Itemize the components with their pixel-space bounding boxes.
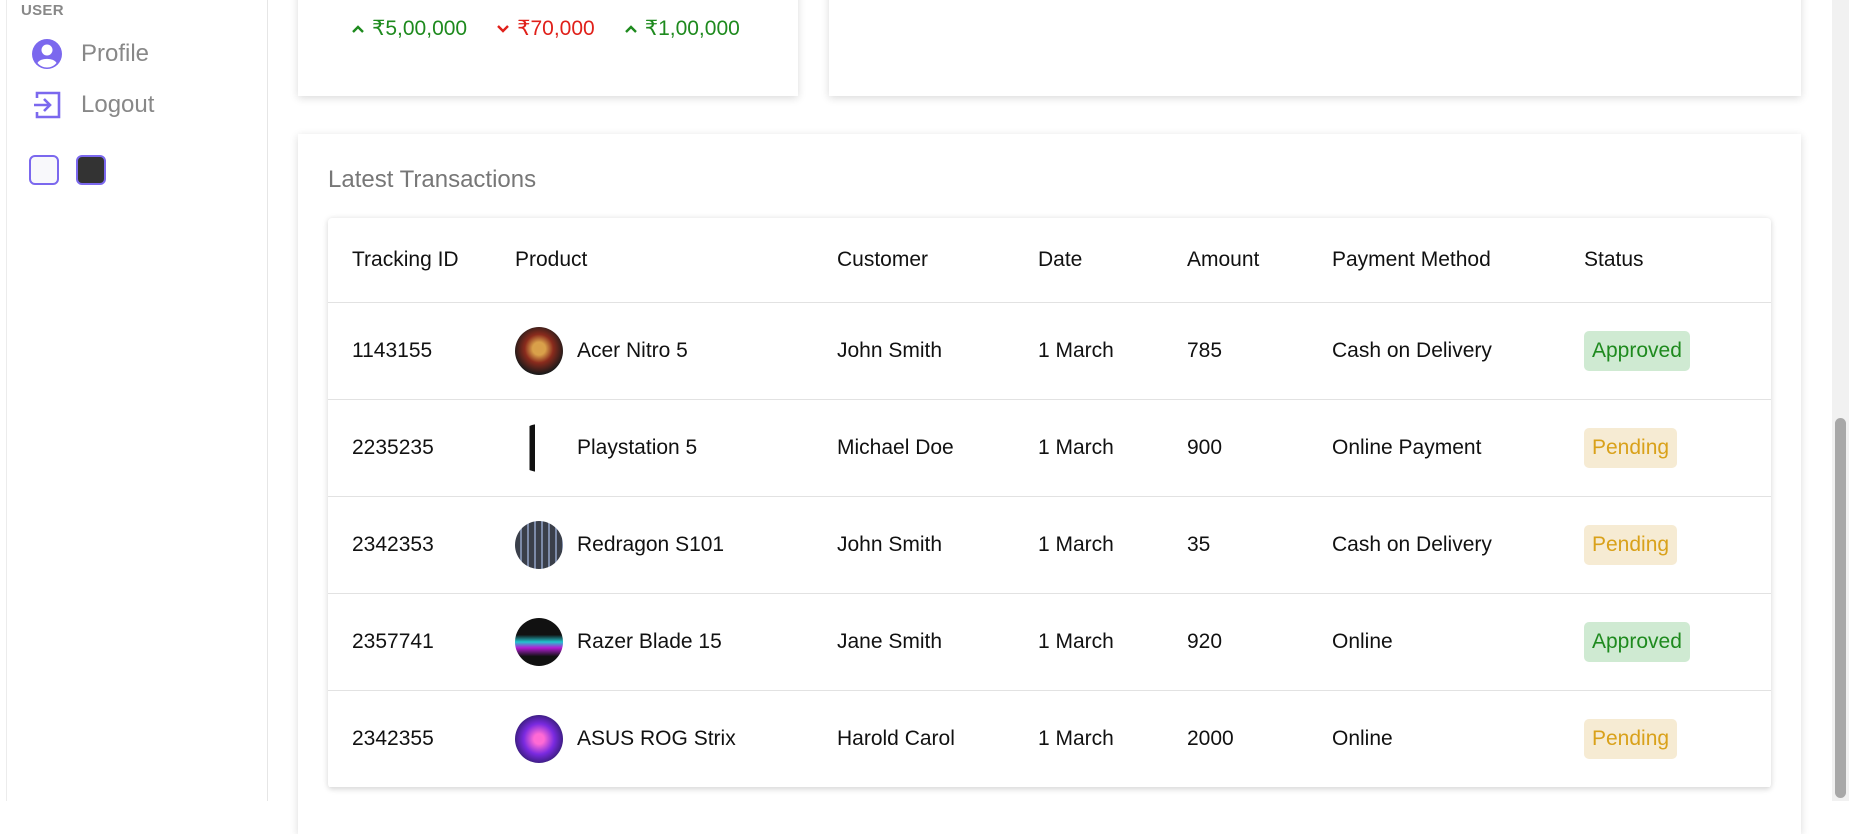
chevron-up-icon: [352, 24, 364, 33]
transaction-amount: 2000: [1163, 690, 1308, 788]
product-cell: Redragon S101: [491, 496, 813, 594]
tracking-id: 2342353: [328, 496, 491, 594]
transaction-amount: 35: [1163, 496, 1308, 594]
transaction-date: 1 March: [1014, 593, 1163, 691]
column-header[interactable]: Customer: [813, 218, 1014, 303]
table-header-row: Tracking ID Product Customer Date Amount…: [328, 218, 1771, 303]
stat-value: ₹5,00,000: [372, 17, 468, 40]
customer-name: John Smith: [813, 496, 1014, 594]
transaction-amount: 900: [1163, 399, 1308, 497]
page-scrollbar[interactable]: [1832, 0, 1849, 801]
column-header[interactable]: Tracking ID: [328, 218, 491, 303]
product-image: [515, 327, 563, 375]
status-cell: Approved: [1560, 302, 1771, 400]
product-cell: Playstation 5: [491, 399, 813, 497]
product-cell: ASUS ROG Strix: [491, 690, 813, 788]
customer-name: Harold Carol: [813, 690, 1014, 788]
product-image: [515, 618, 563, 666]
stats-row: ₹5,00,000 ₹70,000 ₹1,00,000: [350, 16, 740, 41]
product-cell: Razer Blade 15: [491, 593, 813, 691]
sidebar-item-profile[interactable]: Profile: [31, 38, 149, 70]
product-name: Playstation 5: [577, 436, 698, 459]
table-row[interactable]: 2342353 Redragon S101 John Smith 1 March…: [328, 496, 1771, 594]
sidebar-item-label: Logout: [81, 91, 155, 118]
product-image: [515, 715, 563, 763]
profile-icon: [32, 39, 62, 69]
customer-name: Jane Smith: [813, 593, 1014, 691]
customer-name: Michael Doe: [813, 399, 1014, 497]
status-cell: Pending: [1560, 399, 1771, 497]
theme-dark-swatch[interactable]: [76, 155, 106, 185]
tracking-id: 2235235: [328, 399, 491, 497]
product-image: [515, 424, 563, 472]
chevron-up-icon: [624, 24, 637, 33]
payment-method: Online: [1308, 690, 1560, 788]
column-header[interactable]: Date: [1014, 218, 1163, 303]
sidebar: USER Profile Logout: [6, 0, 268, 801]
status-badge: Pending: [1584, 719, 1678, 759]
status-badge: Approved: [1584, 331, 1690, 371]
product-name: ASUS ROG Strix: [577, 727, 736, 750]
stat-item: ₹5,00,000: [350, 16, 467, 41]
product-image: [515, 521, 563, 569]
chevron-down-icon: [497, 24, 509, 33]
tracking-id: 1143155: [328, 302, 491, 400]
transactions-title: Latest Transactions: [328, 166, 537, 193]
transaction-amount: 785: [1163, 302, 1308, 400]
status-cell: Pending: [1560, 496, 1771, 594]
status-cell: Approved: [1560, 593, 1771, 691]
column-header[interactable]: Payment Method: [1308, 218, 1560, 303]
status-badge: Pending: [1584, 428, 1678, 468]
status-badge: Pending: [1584, 525, 1678, 565]
transaction-date: 1 March: [1014, 302, 1163, 400]
stat-value: ₹70,000: [517, 17, 595, 40]
chart-card: [829, 0, 1801, 96]
transaction-date: 1 March: [1014, 690, 1163, 788]
column-header[interactable]: Product: [491, 218, 813, 303]
table-row[interactable]: 2357741 Razer Blade 15 Jane Smith 1 Marc…: [328, 593, 1771, 691]
product-name: Acer Nitro 5: [577, 339, 688, 362]
transaction-date: 1 March: [1014, 496, 1163, 594]
table-row[interactable]: 1143155 Acer Nitro 5 John Smith 1 March …: [328, 302, 1771, 400]
payment-method: Cash on Delivery: [1308, 302, 1560, 400]
tracking-id: 2342355: [328, 690, 491, 788]
column-header[interactable]: Amount: [1163, 218, 1308, 303]
payment-method: Online Payment: [1308, 399, 1560, 497]
transaction-amount: 920: [1163, 593, 1308, 691]
product-cell: Acer Nitro 5: [491, 302, 813, 400]
product-name: Razer Blade 15: [577, 630, 722, 653]
logout-icon: [34, 91, 61, 119]
customer-name: John Smith: [813, 302, 1014, 400]
payment-method: Online: [1308, 593, 1560, 691]
transactions-table: Tracking ID Product Customer Date Amount…: [328, 218, 1771, 788]
transaction-date: 1 March: [1014, 399, 1163, 497]
transactions-card: Latest Transactions Tracking ID Product …: [298, 134, 1801, 834]
scrollbar-thumb[interactable]: [1835, 418, 1846, 798]
section-title-user: USER: [21, 2, 64, 19]
stat-item: ₹1,00,000: [623, 16, 740, 41]
stat-item: ₹70,000: [495, 16, 595, 41]
status-cell: Pending: [1560, 690, 1771, 788]
product-name: Redragon S101: [577, 533, 725, 556]
status-badge: Approved: [1584, 622, 1690, 662]
stats-card: ₹5,00,000 ₹70,000 ₹1,00,000: [298, 0, 798, 96]
stat-value: ₹1,00,000: [644, 17, 740, 40]
theme-light-swatch[interactable]: [29, 155, 59, 185]
table-row[interactable]: 2235235 Playstation 5 Michael Doe 1 Marc…: [328, 399, 1771, 497]
payment-method: Cash on Delivery: [1308, 496, 1560, 594]
table-row[interactable]: 2342355 ASUS ROG Strix Harold Carol 1 Ma…: [328, 690, 1771, 788]
sidebar-item-logout[interactable]: Logout: [31, 89, 154, 121]
transactions-table-container: Tracking ID Product Customer Date Amount…: [328, 218, 1771, 788]
tracking-id: 2357741: [328, 593, 491, 691]
sidebar-item-label: Profile: [81, 40, 150, 67]
column-header[interactable]: Status: [1560, 218, 1771, 303]
